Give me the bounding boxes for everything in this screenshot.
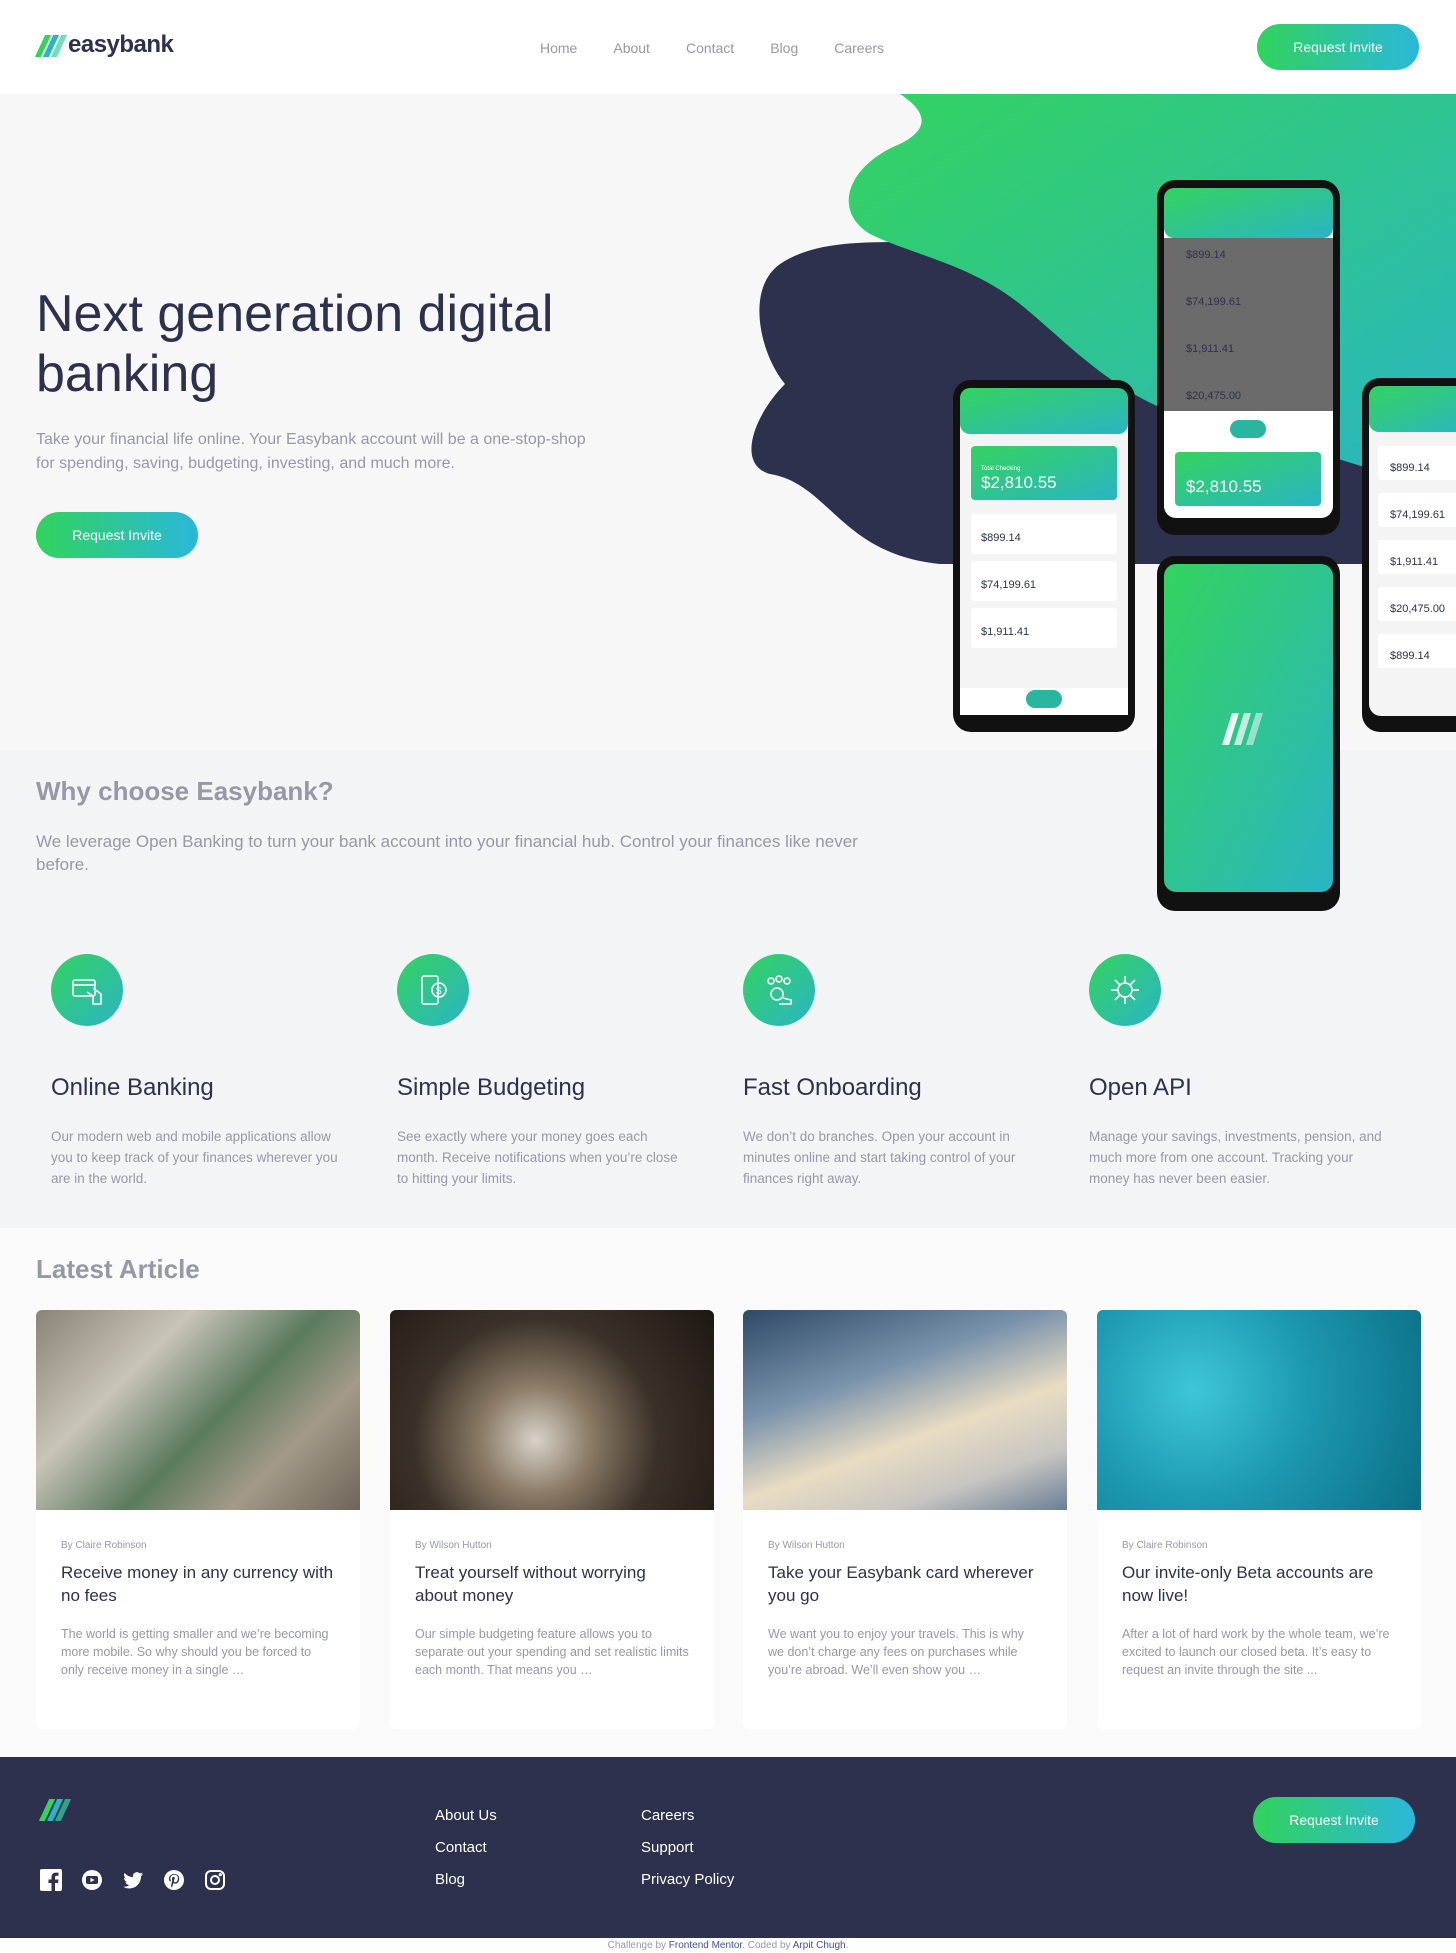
footer-link-careers[interactable]: Careers bbox=[641, 1807, 734, 1824]
article-card[interactable]: By Claire Robinson Receive money in any … bbox=[36, 1310, 360, 1729]
article-image-restaurant bbox=[390, 1310, 714, 1510]
feature-title: Fast Onboarding bbox=[743, 1074, 922, 1101]
hero-background-shape bbox=[751, 94, 1456, 564]
credit-prefix: Challenge by bbox=[607, 1940, 669, 1951]
article-title[interactable]: Take your Easybank card wherever you go bbox=[768, 1561, 1042, 1607]
article-title[interactable]: Receive money in any currency with no fe… bbox=[61, 1561, 335, 1607]
feature-text: See exactly where your money goes each m… bbox=[397, 1129, 678, 1186]
budgeting-icon: $ bbox=[397, 954, 469, 1026]
pinterest-icon[interactable] bbox=[163, 1869, 185, 1891]
api-icon bbox=[1089, 954, 1161, 1026]
article-title[interactable]: Our invite-only Beta accounts are now li… bbox=[1122, 1561, 1396, 1607]
credit-author-link[interactable]: Arpit Chugh bbox=[793, 1940, 846, 1951]
youtube-icon[interactable] bbox=[81, 1869, 103, 1891]
footer-links-col1: About Us Contact Blog bbox=[435, 1807, 497, 1888]
why-title: Why choose Easybank? bbox=[36, 776, 334, 806]
credit-challenge-link[interactable]: Frontend Mentor bbox=[669, 1940, 742, 1951]
article-card[interactable]: By Claire Robinson Our invite-only Beta … bbox=[1097, 1310, 1421, 1729]
article-author: By Claire Robinson bbox=[1122, 1540, 1208, 1551]
hero-title: Next generation digital banking bbox=[36, 285, 554, 403]
feature-open-api: Open API Manage your savings, investment… bbox=[1074, 954, 1384, 1189]
article-image-currency bbox=[36, 1310, 360, 1510]
feature-text: Our modern web and mobile applications a… bbox=[51, 1129, 338, 1186]
articles-section: Latest Article By Claire Robinson Receiv… bbox=[0, 1228, 1456, 1757]
facebook-icon[interactable] bbox=[40, 1869, 62, 1891]
instagram-icon[interactable] bbox=[204, 1869, 226, 1891]
brand-name: easybank bbox=[68, 31, 174, 58]
attribution: Challenge by Frontend Mentor. Coded by A… bbox=[0, 1938, 1456, 1953]
article-author: By Claire Robinson bbox=[61, 1540, 147, 1551]
hero-description: Take your financial life online. Your Ea… bbox=[36, 431, 586, 472]
article-title[interactable]: Treat yourself without worrying about mo… bbox=[415, 1561, 689, 1607]
article-excerpt: The world is getting smaller and we’re b… bbox=[61, 1627, 329, 1677]
site-footer: About Us Contact Blog Careers Support Pr… bbox=[0, 1757, 1456, 1938]
footer-link-support[interactable]: Support bbox=[641, 1839, 734, 1856]
articles-title: Latest Article bbox=[36, 1254, 200, 1284]
nav-about[interactable]: About bbox=[613, 40, 650, 56]
footer-logo-icon[interactable] bbox=[38, 1797, 72, 1821]
svg-text:$: $ bbox=[436, 986, 442, 997]
why-section: Why choose Easybank? We leverage Open Ba… bbox=[0, 750, 1456, 1228]
onboarding-icon bbox=[743, 954, 815, 1026]
nav-careers[interactable]: Careers bbox=[834, 40, 884, 56]
nav-contact[interactable]: Contact bbox=[686, 40, 734, 56]
credit-suffix: . bbox=[845, 1940, 849, 1951]
feature-title: Simple Budgeting bbox=[397, 1074, 586, 1101]
footer-link-contact[interactable]: Contact bbox=[435, 1839, 497, 1856]
logo-mark-icon bbox=[34, 33, 68, 57]
site-header: easybank Home About Contact Blog Careers… bbox=[0, 0, 1456, 94]
article-excerpt: Our simple budgeting feature allows you … bbox=[415, 1627, 689, 1677]
article-excerpt: After a lot of hard work by the whole te… bbox=[1122, 1627, 1390, 1677]
main-nav: Home About Contact Blog Careers bbox=[540, 40, 884, 56]
feature-title: Online Banking bbox=[51, 1074, 214, 1101]
footer-links-col2: Careers Support Privacy Policy bbox=[641, 1807, 734, 1888]
article-image-confetti bbox=[1097, 1310, 1421, 1510]
footer-link-privacy[interactable]: Privacy Policy bbox=[641, 1871, 734, 1888]
brand-logo[interactable]: easybank bbox=[34, 31, 174, 59]
hero-section: Next generation digital banking Take you… bbox=[0, 94, 1456, 750]
footer-link-about[interactable]: About Us bbox=[435, 1807, 497, 1824]
article-excerpt: We want you to enjoy your travels. This … bbox=[768, 1627, 1024, 1677]
article-author: By Wilson Hutton bbox=[768, 1540, 845, 1551]
article-image-plane bbox=[743, 1310, 1067, 1510]
header-request-invite-button[interactable]: Request Invite bbox=[1257, 24, 1419, 70]
feature-fast-onboarding: Fast Onboarding We don’t do branches. Op… bbox=[728, 954, 1038, 1189]
footer-request-invite-button[interactable]: Request Invite bbox=[1253, 1797, 1415, 1843]
article-author: By Wilson Hutton bbox=[415, 1540, 492, 1551]
social-links bbox=[40, 1869, 226, 1891]
feature-title: Open API bbox=[1089, 1074, 1192, 1101]
feature-simple-budgeting: $ Simple Budgeting See exactly where you… bbox=[382, 954, 692, 1189]
twitter-icon[interactable] bbox=[122, 1869, 144, 1891]
article-card[interactable]: By Wilson Hutton Treat yourself without … bbox=[390, 1310, 714, 1729]
feature-text: Manage your savings, investments, pensio… bbox=[1089, 1129, 1382, 1186]
nav-home[interactable]: Home bbox=[540, 40, 577, 56]
hero-request-invite-button[interactable]: Request Invite bbox=[36, 512, 198, 558]
nav-blog[interactable]: Blog bbox=[770, 40, 798, 56]
feature-online-banking: Online Banking Our modern web and mobile… bbox=[36, 954, 346, 1189]
credit-middle: . Coded by bbox=[742, 1940, 793, 1951]
why-description: We leverage Open Banking to turn your ba… bbox=[36, 832, 858, 874]
footer-link-blog[interactable]: Blog bbox=[435, 1871, 497, 1888]
online-banking-icon bbox=[51, 954, 123, 1026]
feature-text: We don’t do branches. Open your account … bbox=[743, 1129, 1016, 1186]
article-card[interactable]: By Wilson Hutton Take your Easybank card… bbox=[743, 1310, 1067, 1729]
